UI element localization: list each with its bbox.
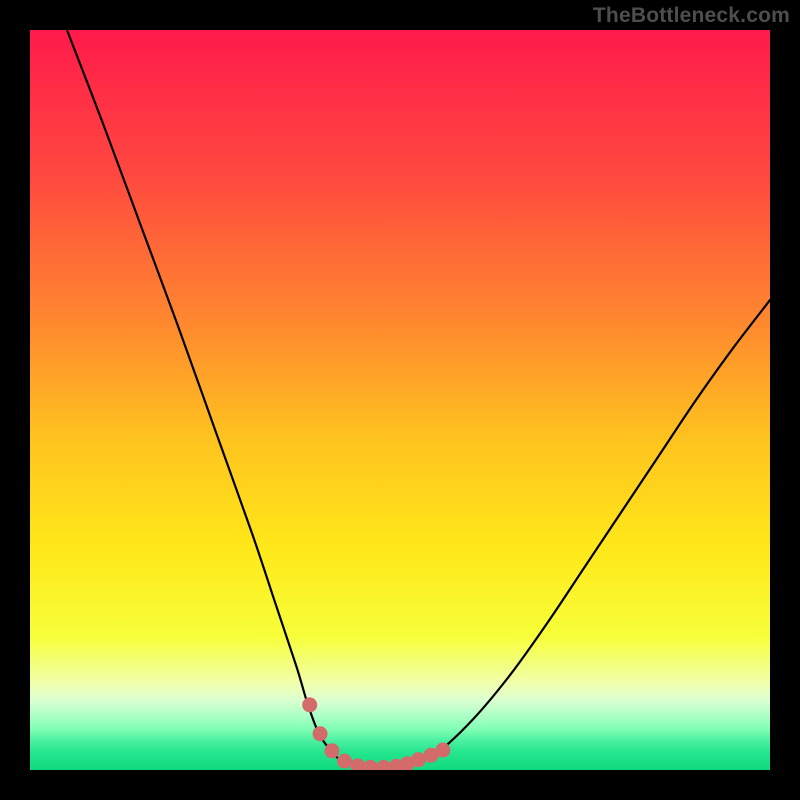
marker-dot (337, 754, 352, 769)
bottleneck-chart (30, 30, 770, 770)
marker-dot (324, 743, 339, 758)
marker-dot (302, 697, 317, 712)
marker-dot (313, 726, 328, 741)
watermark-text: TheBottleneck.com (593, 4, 790, 28)
marker-dot (435, 743, 450, 758)
gradient-background (30, 30, 770, 770)
chart-frame: TheBottleneck.com (0, 0, 800, 800)
